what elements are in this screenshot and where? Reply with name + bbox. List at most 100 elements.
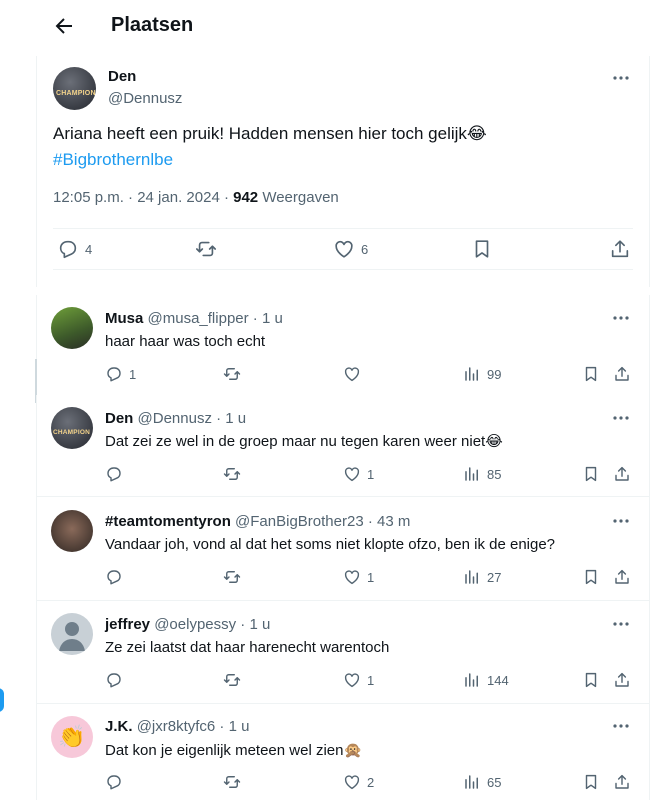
reply-author-handle[interactable]: @FanBigBrother23 · 43 m (235, 513, 410, 530)
scroll-indicator[interactable] (0, 688, 4, 712)
repost-button[interactable] (223, 772, 247, 792)
share-button[interactable] (613, 464, 631, 484)
repost-icon (223, 776, 241, 788)
reply-header: J.K. @jxr8ktyfc6 · 1 u (105, 718, 249, 735)
reply-button[interactable] (105, 464, 129, 484)
reply-button[interactable] (105, 670, 129, 690)
more-button[interactable] (611, 68, 631, 88)
views-button[interactable]: 85 (463, 464, 501, 484)
bookmark-button[interactable] (582, 670, 600, 690)
reply-author-name[interactable]: J.K. (105, 718, 133, 735)
reply-author-name[interactable]: Den (105, 410, 133, 427)
bookmark-button[interactable] (582, 464, 600, 484)
bookmark-button[interactable] (471, 238, 493, 260)
avatar[interactable]: CHAMPION (51, 407, 93, 449)
share-button[interactable] (609, 238, 631, 260)
avatar[interactable] (51, 613, 93, 655)
reply-item[interactable]: 👏 J.K. @jxr8ktyfc6 · 1 u Dat kon je eige… (36, 703, 650, 800)
reply-item[interactable]: CHAMPION Den @Dennusz · 1 u Dat zei ze w… (36, 395, 650, 496)
heart-icon (344, 673, 360, 688)
back-button[interactable] (52, 14, 76, 38)
views-count: 85 (487, 466, 502, 482)
bookmark-button[interactable] (582, 567, 600, 587)
reply-author-handle[interactable]: @oelypessy · 1 u (154, 616, 270, 633)
repost-button[interactable] (223, 464, 247, 484)
like-button[interactable]: 1 (343, 670, 374, 690)
views-count: 942 (233, 189, 259, 206)
reply-item[interactable]: #teamtomentyron @FanBigBrother23 · 43 m … (36, 496, 650, 600)
repost-button[interactable] (223, 567, 247, 587)
reply-button[interactable] (105, 567, 129, 587)
like-button[interactable]: 2 (343, 772, 374, 792)
reply-item[interactable]: Musa @musa_flipper · 1 u haar haar was t… (36, 295, 650, 395)
hashtag-link[interactable]: #Bigbrothernlbe (53, 147, 633, 173)
share-icon (611, 240, 629, 258)
reply-actions: 1 27 (105, 567, 635, 587)
repost-icon (223, 368, 241, 380)
bookmark-button[interactable] (582, 364, 600, 384)
reply-count: 4 (85, 241, 93, 257)
repost-icon (223, 674, 241, 686)
share-button[interactable] (613, 670, 631, 690)
heart-icon (344, 367, 360, 382)
reply-button[interactable] (105, 772, 129, 792)
like-button[interactable]: 1 (343, 464, 374, 484)
reply-item[interactable]: jeffrey @oelypessy · 1 u Ze zei laatst d… (36, 600, 650, 703)
clap-icon: 👏 (58, 724, 86, 749)
share-icon (615, 466, 629, 481)
views-button[interactable]: 65 (463, 772, 501, 792)
avatar[interactable] (51, 510, 93, 552)
views-label: Weergaven (258, 189, 339, 206)
reply-author-handle[interactable]: @musa_flipper · 1 u (148, 310, 283, 327)
share-icon (615, 366, 629, 381)
avatar[interactable]: 👏 (51, 716, 93, 758)
reply-button[interactable]: 4 (57, 238, 92, 260)
post-body: Ariana heeft een pruik! Hadden mensen hi… (53, 124, 487, 143)
like-button[interactable]: 6 (333, 238, 368, 260)
avatar[interactable]: CHAMPION (53, 67, 96, 110)
views-button[interactable]: 27 (463, 567, 501, 587)
reply-author-name[interactable]: #teamtomentyron (105, 513, 231, 530)
reply-button[interactable]: 1 (105, 364, 136, 384)
share-button[interactable] (613, 364, 631, 384)
heart-icon (344, 467, 360, 482)
share-icon (615, 774, 629, 789)
share-icon (615, 672, 629, 687)
like-count: 2 (367, 774, 375, 790)
reply-author-name[interactable]: jeffrey (105, 616, 150, 633)
more-button[interactable] (611, 716, 631, 736)
share-button[interactable] (613, 567, 631, 587)
repost-button[interactable] (223, 364, 247, 384)
like-button[interactable]: 1 (343, 567, 374, 587)
reply-author-handle[interactable]: @Dennusz · 1 u (138, 410, 247, 427)
avatar[interactable] (51, 307, 93, 349)
more-icon (613, 519, 629, 523)
bookmark-icon (585, 672, 597, 688)
post-time[interactable]: 12:05 p.m. · 24 jan. 2024 · (53, 189, 233, 206)
share-button[interactable] (613, 772, 631, 792)
like-button[interactable] (343, 364, 367, 384)
heart-icon (344, 775, 360, 790)
post-text: Ariana heeft een pruik! Hadden mensen hi… (53, 121, 633, 173)
more-button[interactable] (611, 308, 631, 328)
views-button[interactable]: 144 (463, 670, 509, 690)
repost-icon (223, 571, 241, 583)
post-actions: 4 6 (53, 228, 633, 270)
views-icon (465, 467, 478, 481)
main-post: CHAMPION Den @Dennusz Ariana heeft een p… (36, 56, 650, 287)
author-name[interactable]: Den (108, 68, 136, 85)
like-count: 1 (367, 466, 375, 482)
reply-text: haar haar was toch echt (105, 333, 266, 350)
views-button[interactable]: 99 (463, 364, 501, 384)
reply-author-handle[interactable]: @jxr8ktyfc6 · 1 u (137, 718, 250, 735)
more-button[interactable] (611, 408, 631, 428)
more-icon (613, 316, 629, 320)
repost-button[interactable] (195, 238, 217, 260)
reply-author-name[interactable]: Musa (105, 310, 143, 327)
views-icon (465, 570, 478, 584)
more-button[interactable] (611, 511, 631, 531)
more-button[interactable] (611, 614, 631, 634)
bookmark-button[interactable] (582, 772, 600, 792)
repost-button[interactable] (223, 670, 247, 690)
author-handle[interactable]: @Dennusz (108, 90, 182, 107)
